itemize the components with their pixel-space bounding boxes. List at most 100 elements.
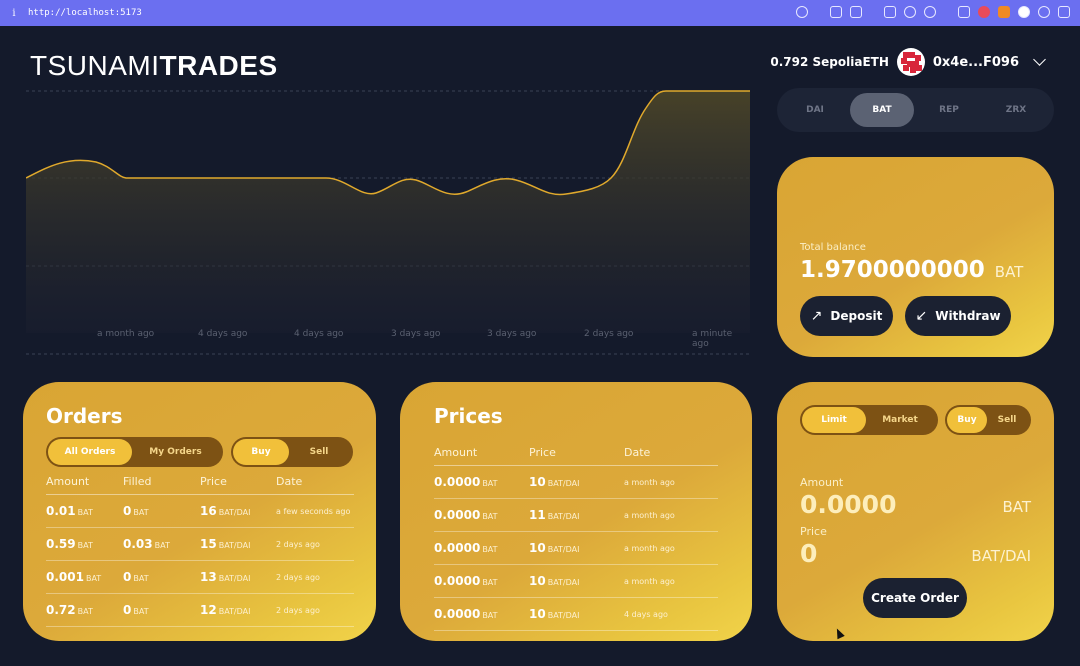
cell-price: 12 BAT/DAI bbox=[200, 593, 276, 627]
x-tick: 3 days ago bbox=[487, 329, 537, 339]
address-bar[interactable]: http://localhost:5173 bbox=[28, 8, 142, 18]
cell-date: a month ago bbox=[624, 498, 718, 532]
x-tick: a minute ago bbox=[692, 329, 733, 349]
record-icon[interactable] bbox=[978, 6, 990, 18]
amount-unit: BAT bbox=[1002, 498, 1031, 516]
wallet-address: 0x4e...F096 bbox=[932, 54, 1019, 70]
table-row[interactable]: 0.01 BAT 0 BAT 16 BAT/DAI a few seconds ago bbox=[46, 494, 354, 528]
cell-price: 10 BAT/DAI bbox=[529, 465, 624, 499]
x-tick: a month ago bbox=[97, 329, 155, 339]
tab-my-orders[interactable]: My Orders bbox=[132, 439, 219, 465]
cell-amount: 0.01 BAT bbox=[46, 494, 123, 528]
tab-market[interactable]: Market bbox=[866, 407, 934, 433]
tab-buy[interactable]: Buy bbox=[233, 439, 289, 465]
tab-sell[interactable]: Sell bbox=[289, 439, 349, 465]
puzzle-icon[interactable] bbox=[958, 6, 970, 18]
price-label: Price bbox=[800, 525, 827, 538]
cell-amount: 0.0000 BAT bbox=[434, 531, 529, 565]
col-amount: Amount bbox=[46, 475, 123, 495]
cell-date: a few seconds ago bbox=[276, 494, 354, 528]
col-date: Date bbox=[624, 446, 718, 466]
globe-icon[interactable] bbox=[904, 6, 916, 18]
prices-card: Prices Amount Price Date 0.0000 BAT 10 BAT… bbox=[400, 382, 752, 641]
orders-title: Orders bbox=[46, 404, 123, 428]
deposit-button[interactable]: ↗ Deposit bbox=[800, 296, 893, 336]
x-tick: 4 days ago bbox=[198, 329, 248, 339]
logo-bold: TRADES bbox=[159, 50, 278, 81]
orders-table: Amount Filled Price Date 0.01 BAT 0 BAT 16… bbox=[46, 475, 354, 627]
chart-svg bbox=[26, 90, 750, 355]
profile-icon[interactable] bbox=[1018, 6, 1030, 18]
amount-input[interactable]: 0.0000 bbox=[800, 490, 896, 519]
price-chart: a month ago 4 days ago 4 days ago 3 days… bbox=[26, 88, 750, 358]
table-header-row: Amount Filled Price Date bbox=[46, 475, 354, 495]
cell-filled: 0 BAT bbox=[123, 494, 200, 528]
tab-sell[interactable]: Sell bbox=[987, 407, 1027, 433]
tab-rep[interactable]: REP bbox=[917, 93, 981, 127]
menu-icon[interactable] bbox=[1058, 6, 1070, 18]
table-row[interactable]: 0.59 BAT 0.03 BAT 15 BAT/DAI 2 days ago bbox=[46, 527, 354, 561]
table-row[interactable]: 0.0000 BAT 10 BAT/DAI a month ago bbox=[434, 531, 718, 565]
token-tabs: DAI BAT REP ZRX bbox=[777, 88, 1054, 132]
logo[interactable]: TSUNAMITRADES bbox=[30, 50, 278, 82]
col-amount: Amount bbox=[434, 446, 529, 466]
browser-toolbar: i http://localhost:5173 bbox=[0, 0, 1080, 26]
x-tick: 3 days ago bbox=[391, 329, 441, 339]
table-row[interactable]: 0.0000 BAT 10 BAT/DAI a month ago bbox=[434, 465, 718, 499]
tab-dai[interactable]: DAI bbox=[783, 93, 847, 127]
account-menu[interactable]: 0.792 SepoliaETH 0x4e...F096 bbox=[770, 48, 1046, 76]
metamask-fox-icon[interactable] bbox=[998, 6, 1010, 18]
extension-icons bbox=[796, 6, 1070, 18]
table-row[interactable]: 0.001 BAT 0 BAT 13 BAT/DAI 2 days ago bbox=[46, 560, 354, 594]
create-order-button[interactable]: Create Order bbox=[863, 578, 967, 618]
tab-limit[interactable]: Limit bbox=[802, 407, 866, 433]
cell-amount: 0.001 BAT bbox=[46, 560, 123, 594]
site-info-icon[interactable]: i bbox=[0, 8, 28, 19]
link-icon[interactable] bbox=[796, 6, 808, 18]
camera-icon[interactable] bbox=[850, 6, 862, 18]
order-type-toggle: Limit Market bbox=[800, 405, 938, 435]
account-icon[interactable] bbox=[1038, 6, 1050, 18]
col-date: Date bbox=[276, 475, 354, 495]
cell-date: a month ago bbox=[624, 564, 718, 598]
order-side-toggle: Buy Sell bbox=[945, 405, 1031, 435]
cell-price: 10 BAT/DAI bbox=[529, 564, 624, 598]
table-row[interactable]: 0.0000 BAT 10 BAT/DAI 4 days ago bbox=[434, 597, 718, 631]
arrow-down-left-icon: ↙ bbox=[915, 308, 928, 324]
amount-label: Amount bbox=[800, 476, 844, 489]
table-row[interactable]: 0.0000 BAT 10 BAT/DAI a month ago bbox=[434, 564, 718, 598]
table-row[interactable]: 0.0000 BAT 11 BAT/DAI a month ago bbox=[434, 498, 718, 532]
cell-filled: 0.03 BAT bbox=[123, 527, 200, 561]
logo-light: TSUNAMI bbox=[30, 50, 160, 81]
cell-date: 2 days ago bbox=[276, 593, 354, 627]
avatar bbox=[896, 48, 925, 76]
withdraw-button[interactable]: ↙ Withdraw bbox=[905, 296, 1011, 336]
prices-title: Prices bbox=[434, 404, 503, 428]
eth-balance: 0.792 SepoliaETH bbox=[770, 55, 889, 69]
prices-table: Amount Price Date 0.0000 BAT 10 BAT/DAI a … bbox=[434, 446, 718, 631]
withdraw-label: Withdraw bbox=[935, 309, 1001, 323]
x-tick: 4 days ago bbox=[294, 329, 344, 339]
terminal-icon[interactable] bbox=[884, 6, 896, 18]
price-input[interactable]: 0 bbox=[800, 539, 817, 568]
tab-buy[interactable]: Buy bbox=[947, 407, 987, 433]
cell-amount: 0.0000 BAT bbox=[434, 465, 529, 499]
cell-price: 13 BAT/DAI bbox=[200, 560, 276, 594]
orders-side-toggle: Buy Sell bbox=[231, 437, 353, 467]
table-header-row: Amount Price Date bbox=[434, 446, 718, 466]
cell-date: 2 days ago bbox=[276, 560, 354, 594]
app: TSUNAMITRADES 0.792 SepoliaETH 0x4e...F0… bbox=[0, 26, 1080, 666]
cell-amount: 0.72 BAT bbox=[46, 593, 123, 627]
cell-date: 2 days ago bbox=[276, 527, 354, 561]
chevron-down-icon[interactable] bbox=[1033, 53, 1046, 66]
target-icon[interactable] bbox=[924, 6, 936, 18]
screenshot-icon[interactable] bbox=[830, 6, 842, 18]
cell-amount: 0.0000 BAT bbox=[434, 597, 529, 631]
cell-date: a month ago bbox=[624, 465, 718, 499]
table-row[interactable]: 0.72 BAT 0 BAT 12 BAT/DAI 2 days ago bbox=[46, 593, 354, 627]
tab-bat[interactable]: BAT bbox=[850, 93, 914, 127]
tab-zrx[interactable]: ZRX bbox=[984, 93, 1048, 127]
orders-filter-toggle: All Orders My Orders bbox=[46, 437, 223, 467]
tab-all-orders[interactable]: All Orders bbox=[48, 439, 132, 465]
